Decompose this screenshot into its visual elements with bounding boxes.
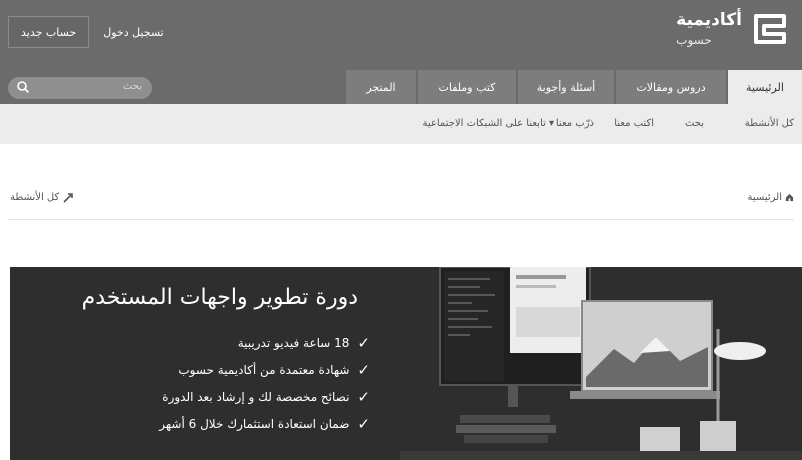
subnav-item-follow-us[interactable]: تابعنا على الشبكات الاجتماعية ▾ (423, 118, 554, 129)
banner-title: دورة تطوير واجهات المستخدم (81, 285, 358, 310)
check-icon: ✓ (357, 414, 370, 433)
subnav-item-search[interactable]: بحث (685, 118, 704, 129)
subnav-item-write-with-us[interactable]: اكتب معنا (614, 118, 654, 129)
list-item: ✓ نصائح مخصصة لك و إرشاد بعد الدورة (159, 383, 370, 410)
check-icon: ✓ (357, 360, 370, 379)
auth-links: حساب جديد تسجيل دخول (8, 16, 164, 48)
feature-text: 18 ساعة فيديو تدريبية (237, 335, 350, 350)
home-icon (785, 193, 794, 202)
tab-store[interactable]: المتجر (346, 70, 416, 104)
tab-home[interactable]: الرئيسية (728, 70, 802, 104)
main-nav: بحث الرئيسية دروس ومقالات أسئلة وأجوبة ك… (0, 70, 802, 104)
subnav-item-all-activity[interactable]: كل الأنشطة (745, 118, 794, 129)
all-activity-label: كل الأنشطة (10, 192, 60, 203)
course-banner[interactable]: دورة تطوير واجهات المستخدم ✓ 18 ساعة فيدي… (10, 267, 802, 460)
site-header: أكاديمية حسوب حساب جديد تسجيل دخول (0, 0, 802, 70)
register-button[interactable]: حساب جديد (8, 16, 90, 48)
list-item: ✓ شهادة معتمدة من أكاديمية حسوب (159, 356, 370, 383)
banner-illustration (400, 267, 802, 460)
logo-subtitle: حسوب (676, 33, 712, 47)
site-logo[interactable]: أكاديمية حسوب (676, 12, 790, 46)
all-activity-link[interactable]: كل الأنشطة (10, 192, 74, 203)
breadcrumb-home[interactable]: الرئيسية (748, 192, 794, 203)
tab-questions-answers[interactable]: أسئلة وأجوبة (518, 70, 614, 104)
banner-features: ✓ 18 ساعة فيديو تدريبية ✓ شهادة معتمدة من … (159, 329, 370, 437)
search-input[interactable]: بحث (8, 77, 152, 99)
check-icon: ✓ (357, 333, 370, 352)
login-link[interactable]: تسجيل دخول (103, 26, 164, 39)
feature-text: ضمان استعادة استثمارك خلال 6 أشهر (159, 416, 350, 431)
subnav-item-train-with-us[interactable]: ذرّب معنا (556, 118, 594, 129)
breadcrumb: الرئيسية كل الأنشطة (0, 186, 802, 214)
check-icon: ✓ (357, 387, 370, 406)
breadcrumb-home-label: الرئيسية (747, 192, 782, 203)
search-icon[interactable] (16, 80, 30, 94)
logo-title: أكاديمية (676, 10, 742, 30)
tab-articles[interactable]: دروس ومقالات (616, 70, 726, 104)
breadcrumb-divider (8, 219, 794, 220)
logo-mark-icon (750, 12, 790, 46)
sub-nav: كل الأنشطة بحث اكتب معنا ذرّب معنا تابعن… (0, 104, 802, 144)
list-item: ✓ ضمان استعادة استثمارك خلال 6 أشهر (159, 410, 370, 437)
search-placeholder: بحث (122, 81, 142, 92)
feature-text: نصائح مخصصة لك و إرشاد بعد الدورة (162, 389, 350, 404)
feature-text: شهادة معتمدة من أكاديمية حسوب (178, 362, 350, 377)
activity-icon (63, 192, 74, 203)
list-item: ✓ 18 ساعة فيديو تدريبية (159, 329, 370, 356)
tab-books-files[interactable]: كتب وملفات (418, 70, 516, 104)
